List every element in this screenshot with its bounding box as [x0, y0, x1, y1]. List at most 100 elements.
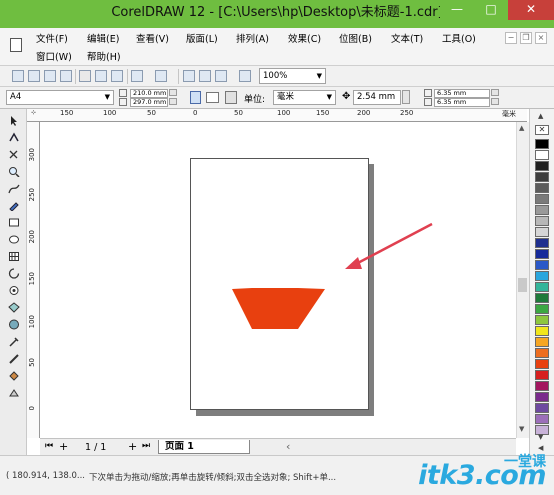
height-spinner[interactable]	[169, 98, 177, 105]
app-launcher-icon[interactable]	[215, 70, 227, 82]
corel-online-icon[interactable]	[239, 70, 251, 82]
basic-shapes-tool-icon[interactable]	[8, 268, 20, 279]
color-swatch[interactable]	[535, 370, 549, 380]
palette-scroll-up-icon[interactable]: ▲	[538, 112, 543, 120]
color-swatch[interactable]	[535, 150, 549, 160]
export-icon[interactable]	[199, 70, 211, 82]
color-swatch[interactable]	[535, 359, 549, 369]
color-swatch[interactable]	[535, 183, 549, 193]
crop-tool-icon[interactable]	[8, 149, 20, 160]
next-page-icon[interactable]: +	[128, 440, 137, 453]
smart-fill-tool-icon[interactable]	[8, 200, 20, 211]
menu-text[interactable]: 文本(T)	[391, 31, 423, 45]
duplicate-y-input[interactable]: 6.35 mm	[434, 98, 490, 107]
color-swatch[interactable]	[535, 260, 549, 270]
color-swatch[interactable]	[535, 238, 549, 248]
outline-tool-icon[interactable]	[8, 353, 20, 364]
redo-icon[interactable]	[155, 70, 167, 82]
no-color-swatch[interactable]: ✕	[535, 125, 549, 135]
scroll-left-icon[interactable]: ‹	[286, 440, 290, 453]
color-swatch[interactable]	[535, 227, 549, 237]
menu-window[interactable]: 窗口(W)	[36, 49, 72, 63]
maximize-button[interactable]: □	[474, 0, 508, 20]
doc-minimize-button[interactable]: −	[505, 32, 517, 44]
color-swatch[interactable]	[535, 348, 549, 358]
zoom-tool-icon[interactable]	[8, 166, 20, 177]
duplicate-x-spinner[interactable]	[491, 89, 499, 96]
doc-restore-button[interactable]: ❐	[520, 32, 532, 44]
color-swatch[interactable]	[535, 337, 549, 347]
undo-icon[interactable]	[131, 70, 143, 82]
vertical-ruler[interactable]: 300 250 200 150 100 50 0	[27, 122, 40, 438]
width-spinner[interactable]	[169, 89, 177, 96]
color-swatch[interactable]	[535, 403, 549, 413]
page-size-select[interactable]: A4 ▼	[6, 90, 114, 105]
last-page-icon[interactable]: ⏭	[142, 441, 150, 451]
freehand-tool-icon[interactable]	[8, 183, 20, 194]
menu-effects[interactable]: 效果(C)	[288, 31, 321, 45]
duplicate-y-spinner[interactable]	[491, 98, 499, 105]
page-tab[interactable]: 页面 1	[158, 440, 250, 454]
menu-arrange[interactable]: 排列(A)	[236, 31, 269, 45]
menu-tools[interactable]: 工具(O)	[442, 31, 476, 45]
menu-view[interactable]: 查看(V)	[136, 31, 169, 45]
all-pages-icon[interactable]	[225, 91, 237, 104]
color-swatch[interactable]	[535, 315, 549, 325]
fill-tool-icon[interactable]	[8, 370, 20, 381]
portrait-icon[interactable]	[190, 91, 201, 104]
copy-icon[interactable]	[95, 70, 107, 82]
first-page-icon[interactable]: ⏮	[45, 441, 53, 451]
previous-page-icon[interactable]: +	[59, 440, 68, 453]
units-select[interactable]: 毫米 ▼	[273, 90, 336, 105]
menu-file[interactable]: 文件(F)	[36, 31, 68, 45]
ellipse-tool-icon[interactable]	[8, 234, 20, 245]
document-icon[interactable]	[10, 38, 22, 52]
menu-edit[interactable]: 编辑(E)	[87, 31, 119, 45]
zoom-level-select[interactable]: 100% ▼	[259, 68, 326, 84]
menu-help[interactable]: 帮助(H)	[87, 49, 121, 63]
color-swatch[interactable]	[535, 293, 549, 303]
duplicate-x-input[interactable]: 6.35 mm	[434, 89, 490, 98]
open-icon[interactable]	[28, 70, 40, 82]
scroll-down-icon[interactable]: ▼	[519, 425, 524, 433]
color-swatch[interactable]	[535, 271, 549, 281]
color-swatch[interactable]	[535, 161, 549, 171]
color-swatch[interactable]	[535, 414, 549, 424]
page-height-input[interactable]: 297.0 mm	[130, 98, 168, 107]
polygon-tool-icon[interactable]	[8, 251, 20, 262]
color-swatch[interactable]	[535, 194, 549, 204]
import-icon[interactable]	[183, 70, 195, 82]
doc-close-button[interactable]: ×	[535, 32, 547, 44]
cut-icon[interactable]	[79, 70, 91, 82]
color-swatch[interactable]	[535, 216, 549, 226]
menu-layout[interactable]: 版面(L)	[186, 31, 218, 45]
landscape-icon[interactable]	[206, 92, 219, 103]
color-swatch[interactable]	[535, 381, 549, 391]
save-icon[interactable]	[44, 70, 56, 82]
color-swatch[interactable]	[535, 249, 549, 259]
vertical-scrollbar[interactable]: ▲ ▼	[516, 122, 529, 438]
color-swatch[interactable]	[535, 282, 549, 292]
eyedropper-tool-icon[interactable]	[8, 336, 20, 347]
color-swatch[interactable]	[535, 326, 549, 336]
horizontal-ruler[interactable]: ⊹ 150 100 50 0 50 100 150 200 250 毫米	[27, 109, 527, 122]
ruler-corner-icon[interactable]: ⊹	[31, 109, 36, 116]
color-swatch[interactable]	[535, 304, 549, 314]
close-button[interactable]: ✕	[508, 0, 554, 20]
interactive-blend-tool-icon[interactable]	[8, 302, 20, 313]
menu-bitmaps[interactable]: 位图(B)	[339, 31, 372, 45]
rectangle-tool-icon[interactable]	[8, 217, 20, 228]
scroll-up-icon[interactable]: ▲	[519, 124, 524, 132]
paste-icon[interactable]	[111, 70, 123, 82]
minimize-button[interactable]: —	[440, 0, 474, 20]
page-width-input[interactable]: 210.0 mm	[130, 89, 168, 98]
color-swatch[interactable]	[535, 205, 549, 215]
nudge-spinner[interactable]	[402, 90, 410, 104]
color-swatch[interactable]	[535, 392, 549, 402]
color-swatch[interactable]	[535, 139, 549, 149]
new-icon[interactable]	[12, 70, 24, 82]
palette-scroll-down-icon[interactable]: ▼	[538, 433, 543, 441]
shape-tool-icon[interactable]	[8, 132, 20, 143]
interactive-fill-icon[interactable]	[8, 387, 20, 398]
scrollbar-thumb[interactable]	[518, 278, 527, 292]
